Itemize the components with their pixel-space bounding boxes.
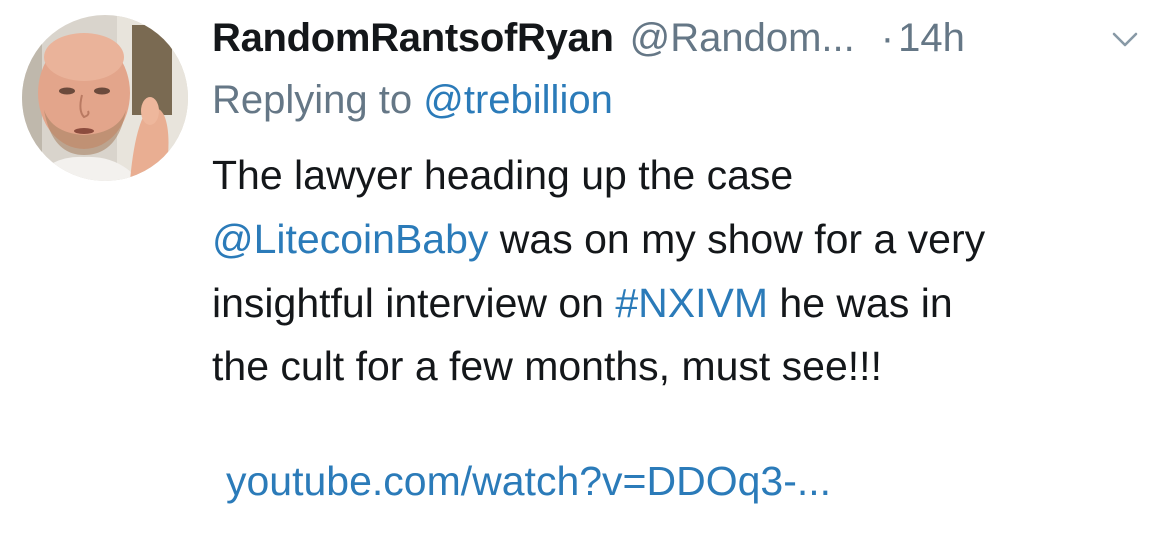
tweet-text: The lawyer heading up the case (212, 152, 794, 198)
timestamp[interactable]: 14h (898, 16, 965, 61)
url-line: youtube.com/watch?v=DDOq3-... (226, 458, 831, 505)
hashtag-link[interactable]: #NXIVM (615, 280, 768, 326)
tweet-text: he was in (768, 280, 953, 326)
tweet-text-line: @LitecoinBaby was on my show for a very (212, 216, 985, 263)
reply-target-link[interactable]: @trebillion (423, 78, 613, 122)
tweet-text: the cult for a few months, must see!!! (212, 343, 882, 389)
tweet-text-line: the cult for a few months, must see!!! (212, 343, 882, 390)
tweet-text: was on my show for a very (488, 216, 986, 262)
avatar-image (22, 15, 188, 181)
tweet-text-line: The lawyer heading up the case (212, 152, 793, 199)
chevron-down-icon[interactable] (1108, 22, 1142, 56)
tweet-text: insightful interview on (212, 280, 616, 326)
youtube-link[interactable]: youtube.com/watch?v=DDOq3-... (226, 458, 831, 504)
tweet: RandomRantsofRyan @Random... · 14h Reply… (0, 0, 1162, 541)
avatar[interactable] (22, 15, 188, 181)
tweet-header: RandomRantsofRyan @Random... · 14h (212, 8, 965, 68)
user-handle[interactable]: @Random... (630, 16, 855, 61)
tweet-text-line: insightful interview on #NXIVM he was in (212, 280, 953, 327)
separator-dot: · (880, 15, 895, 60)
replying-to-label: Replying to (212, 78, 413, 122)
mention-link[interactable]: @LitecoinBaby (212, 216, 488, 262)
replying-to: Replying to @trebillion (212, 78, 613, 123)
display-name[interactable]: RandomRantsofRyan (212, 16, 614, 61)
